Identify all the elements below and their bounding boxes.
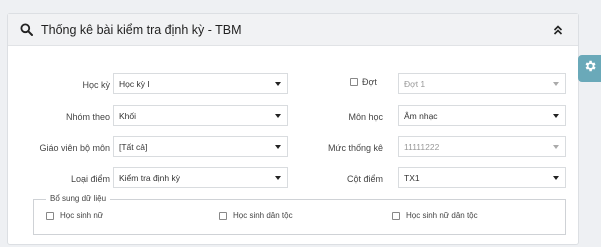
loai-diem-label: Loại điểm	[70, 174, 110, 184]
chevron-down-icon	[553, 82, 559, 86]
muc-thong-ke-select[interactable]: 11111222	[398, 136, 566, 157]
hoc-sinh-dan-toc-label: Học sinh dân tộc	[233, 211, 293, 220]
gear-icon	[583, 59, 597, 78]
giao-vien-select[interactable]: [Tất cả]	[113, 136, 288, 157]
hoc-sinh-nu-dan-toc-checkbox[interactable]	[392, 211, 400, 220]
giao-vien-label: Giáo viên bộ môn	[39, 143, 110, 153]
loai-diem-select[interactable]: Kiểm tra định kỳ	[113, 167, 288, 188]
dot-toggle: Đợt	[350, 77, 377, 87]
option-hoc-sinh-nu-dan-toc: Học sinh nữ dân tộc	[392, 211, 478, 220]
loai-diem-value: Kiểm tra định kỳ	[119, 172, 180, 183]
nhom-theo-value: Khối	[119, 110, 137, 121]
hoc-sinh-nu-label: Học sinh nữ	[60, 211, 104, 220]
mon-hoc-label: Môn học	[348, 112, 383, 122]
dot-value: Đợt 1	[404, 78, 426, 89]
panel-header: Thống kê bài kiểm tra định kỳ - TBM	[8, 14, 578, 46]
hoc-ky-select[interactable]: Học kỳ I	[113, 73, 288, 94]
hoc-sinh-dan-toc-checkbox[interactable]	[219, 211, 227, 220]
chevron-down-icon	[275, 145, 281, 149]
cot-diem-value: TX1	[404, 172, 420, 183]
mon-hoc-select[interactable]: Âm nhạc	[398, 105, 566, 126]
chevron-down-icon	[275, 176, 281, 180]
double-chevron-up-icon[interactable]	[552, 23, 564, 35]
nhom-theo-label: Nhóm theo	[65, 112, 110, 122]
muc-thong-ke-label: Mức thống kê	[327, 143, 383, 153]
option-hoc-sinh-nu: Học sinh nữ	[46, 211, 103, 220]
hoc-ky-value: Học kỳ I	[119, 78, 150, 89]
search-icon	[20, 23, 34, 37]
chevron-down-icon	[553, 176, 559, 180]
nhom-theo-select[interactable]: Khối	[113, 105, 288, 126]
panel-title: Thống kê bài kiểm tra định kỳ - TBM	[41, 22, 242, 37]
dot-select[interactable]: Đợt 1	[398, 73, 566, 94]
dot-checkbox[interactable]	[350, 78, 358, 86]
settings-side-button[interactable]	[578, 55, 601, 82]
chevron-down-icon	[275, 114, 281, 118]
giao-vien-value: [Tất cả]	[119, 141, 148, 152]
mon-hoc-value: Âm nhạc	[404, 110, 438, 121]
chevron-down-icon	[553, 145, 559, 149]
chevron-down-icon	[275, 82, 281, 86]
muc-thong-ke-value: 11111222	[404, 141, 440, 152]
statistics-panel: Thống kê bài kiểm tra định kỳ - TBM Học …	[7, 13, 579, 245]
chevron-down-icon	[553, 114, 559, 118]
hoc-sinh-nu-dan-toc-label: Học sinh nữ dân tộc	[406, 211, 478, 220]
cot-diem-select[interactable]: TX1	[398, 167, 566, 188]
option-hoc-sinh-dan-toc: Học sinh dân tộc	[219, 211, 293, 220]
dot-label: Đợt	[362, 77, 377, 87]
cot-diem-label: Cột điểm	[346, 174, 383, 184]
hoc-ky-label: Học kỳ	[82, 80, 110, 90]
supplement-legend: Bổ sung dữ liệu	[46, 194, 111, 203]
supplement-fieldset: Bổ sung dữ liệu Học sinh nữ Học sinh dân…	[33, 194, 566, 235]
hoc-sinh-nu-checkbox[interactable]	[46, 211, 54, 220]
